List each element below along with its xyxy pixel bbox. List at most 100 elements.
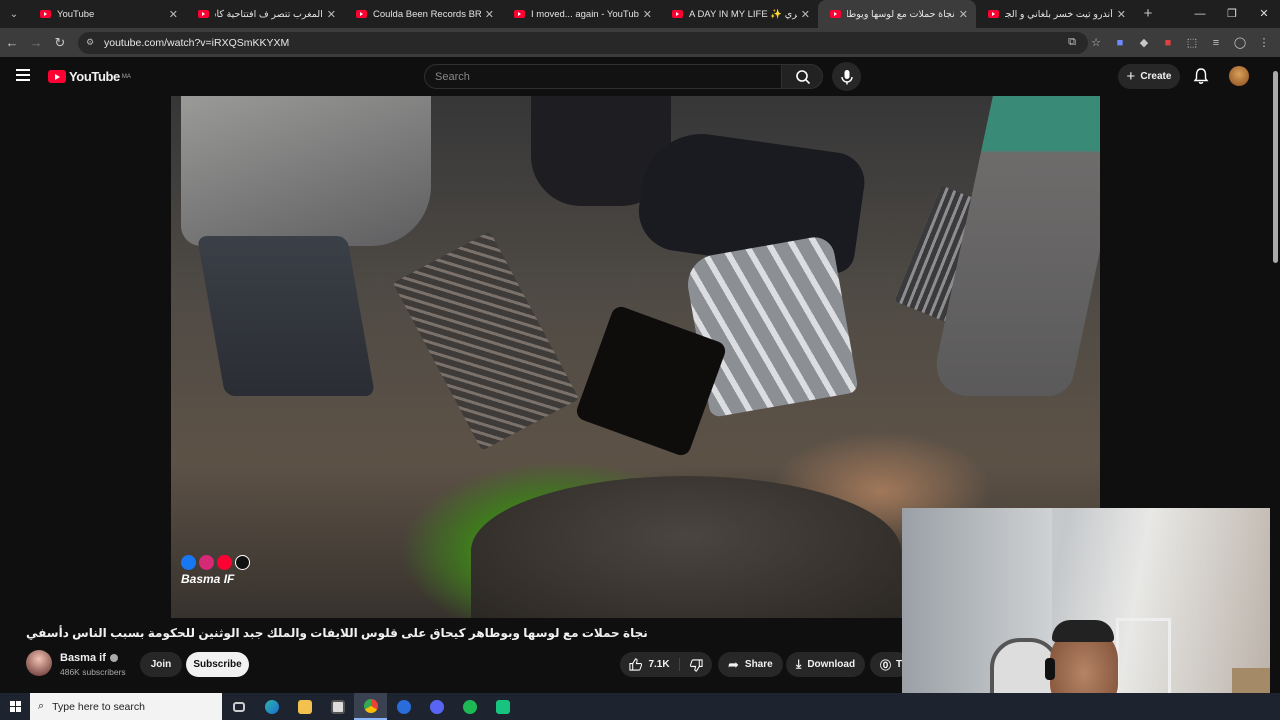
url-field[interactable]: ⚙ youtube.com/watch?v=iRXQSmKKYXM bbox=[78, 31, 1088, 54]
join-button[interactable]: Join bbox=[140, 652, 182, 677]
facebook-icon bbox=[181, 555, 196, 570]
dislike-button[interactable] bbox=[680, 655, 712, 675]
tab-3[interactable]: I moved... again - YouTube ✕ bbox=[502, 0, 660, 28]
tab-close-icon[interactable]: ✕ bbox=[959, 8, 968, 21]
tab-title: المغرب تتصر ف افتتاحية كأس الأ bbox=[215, 8, 323, 20]
tab-search-icon[interactable]: ⌄ bbox=[0, 0, 28, 28]
tab-close-icon[interactable]: ✕ bbox=[1117, 8, 1126, 21]
plus-icon: + bbox=[1126, 68, 1136, 85]
tab-6[interactable]: أندرو تيت خسر بلغاني و الجمهور ✕ bbox=[976, 0, 1134, 28]
bookmark-star-icon[interactable]: ☆ bbox=[1084, 36, 1108, 49]
profile-icon[interactable]: ◯ bbox=[1228, 36, 1252, 49]
close-window-icon[interactable]: ✕ bbox=[1248, 0, 1280, 28]
tab-4[interactable]: A DAY IN MY LIFE ✨ بحث شعري ✕ bbox=[660, 0, 818, 28]
share-button[interactable]: ➦ Share bbox=[718, 652, 783, 677]
notifications-bell-icon[interactable] bbox=[1192, 67, 1210, 85]
like-count: 7.1K bbox=[648, 659, 670, 670]
tab-close-icon[interactable]: ✕ bbox=[169, 8, 178, 21]
channel-name-text: Basma if bbox=[60, 652, 106, 664]
microphone-icon bbox=[841, 70, 853, 85]
tab-close-icon[interactable]: ✕ bbox=[327, 8, 336, 21]
download-button[interactable]: ⤓ Download bbox=[786, 652, 866, 677]
watermark-brand: Basma IF bbox=[181, 572, 235, 586]
tab-0[interactable]: YouTube ✕ bbox=[28, 0, 186, 28]
back-icon[interactable]: ← bbox=[0, 35, 24, 50]
youtube-favicon-icon bbox=[356, 10, 367, 18]
subscriber-count: 486K subscribers bbox=[60, 667, 126, 677]
file-explorer-icon[interactable] bbox=[288, 693, 321, 720]
media-control-icon[interactable]: ≡ bbox=[1204, 37, 1228, 49]
search-button[interactable] bbox=[781, 64, 823, 89]
restore-icon[interactable]: ❐ bbox=[1216, 0, 1248, 28]
youtube-favicon-icon bbox=[830, 10, 841, 18]
chrome-menu-icon[interactable]: ⋮ bbox=[1252, 36, 1276, 49]
thumbs-down-icon bbox=[689, 658, 703, 672]
new-tab-button[interactable]: + bbox=[1134, 0, 1162, 28]
translate-extension-icon[interactable]: ■ bbox=[1108, 37, 1132, 49]
youtube-favicon-icon bbox=[514, 10, 525, 18]
channel-name[interactable]: Basma if bbox=[60, 652, 118, 664]
task-view-icon[interactable] bbox=[222, 693, 255, 720]
youtube-favicon-icon bbox=[198, 10, 209, 18]
region-code: MA bbox=[121, 73, 131, 80]
account-avatar[interactable] bbox=[1229, 66, 1249, 86]
taskbar-search-placeholder: Type here to search bbox=[52, 700, 145, 713]
search-icon bbox=[796, 70, 811, 85]
youtube-logo-text: YouTube bbox=[69, 69, 120, 84]
social-icons bbox=[181, 555, 250, 570]
tab-1[interactable]: المغرب تتصر ف افتتاحية كأس الأ ✕ bbox=[186, 0, 344, 28]
youtube-favicon-icon bbox=[988, 10, 999, 18]
tab-close-icon[interactable]: ✕ bbox=[801, 8, 810, 21]
tab-close-icon[interactable]: ✕ bbox=[485, 8, 494, 21]
windows-taskbar: ⌕ Type here to search bbox=[0, 693, 1280, 720]
page-scrollbar[interactable] bbox=[1270, 57, 1280, 693]
taskbar-search-input[interactable]: ⌕ Type here to search bbox=[30, 693, 222, 720]
tiktok-icon bbox=[235, 555, 250, 570]
tab-close-icon[interactable]: ✕ bbox=[643, 8, 652, 21]
thanks-icon: ⓪ bbox=[880, 659, 891, 672]
webcam-overlay bbox=[902, 508, 1280, 720]
create-button[interactable]: + Create bbox=[1118, 64, 1180, 89]
tab-title: YouTube bbox=[57, 8, 95, 20]
reload-icon[interactable]: ↻ bbox=[48, 35, 72, 51]
spotify-icon[interactable] bbox=[453, 693, 486, 720]
minimize-icon[interactable]: — bbox=[1184, 0, 1216, 28]
search-input[interactable]: Search bbox=[424, 64, 782, 89]
verified-badge-icon bbox=[109, 654, 118, 663]
forward-icon[interactable]: → bbox=[24, 35, 48, 50]
tab-title: I moved... again - YouTube bbox=[531, 8, 639, 20]
tab-title: Coulda Been Records BROOKLYN bbox=[373, 8, 481, 20]
download-icon: ⤓ bbox=[796, 657, 802, 671]
site-info-icon[interactable]: ⚙ bbox=[86, 37, 98, 49]
webcam-scene-hair bbox=[1052, 620, 1114, 642]
microsoft-store-icon[interactable] bbox=[321, 693, 354, 720]
hamburger-menu-icon[interactable] bbox=[16, 69, 30, 84]
edge-browser-icon[interactable] bbox=[255, 693, 288, 720]
voice-search-button[interactable] bbox=[832, 62, 861, 91]
like-dislike-bar: 7.1K bbox=[620, 652, 712, 677]
discord-icon[interactable] bbox=[420, 693, 453, 720]
windows-start-icon[interactable] bbox=[0, 693, 30, 720]
toolbar-icons: ⧉ ☆ ■ ◆ ■ ⬚ ≡ ◯ ⋮ bbox=[1060, 28, 1276, 57]
like-button[interactable]: 7.1K bbox=[620, 658, 680, 671]
create-label: Create bbox=[1140, 71, 1172, 82]
scrollbar-thumb[interactable] bbox=[1273, 71, 1278, 263]
youtube-logo[interactable]: YouTube MA bbox=[48, 69, 131, 84]
extensions-puzzle-icon[interactable]: ⬚ bbox=[1180, 36, 1204, 49]
app-icon-green[interactable] bbox=[486, 693, 519, 720]
install-icon[interactable]: ⧉ bbox=[1060, 36, 1084, 49]
extension-icon[interactable]: ◆ bbox=[1132, 36, 1156, 49]
video-scene-person-left bbox=[181, 96, 431, 246]
red-extension-icon[interactable]: ■ bbox=[1156, 37, 1180, 49]
tab-5-active[interactable]: نجاة حملات مع لوسها ويوطا ✕ bbox=[818, 0, 976, 28]
app-icon-blue[interactable] bbox=[387, 693, 420, 720]
tab-2[interactable]: Coulda Been Records BROOKLYN ✕ bbox=[344, 0, 502, 28]
share-icon: ➦ bbox=[728, 656, 739, 672]
window-controls: — ❐ ✕ bbox=[1184, 0, 1280, 28]
youtube-header: YouTube MA Search + Create bbox=[0, 57, 1280, 95]
chrome-icon[interactable] bbox=[354, 693, 387, 720]
video-scene-muddy-ground bbox=[471, 476, 901, 618]
subscribe-button[interactable]: Subscribe bbox=[186, 652, 249, 677]
channel-avatar[interactable] bbox=[26, 650, 52, 676]
url-text: youtube.com/watch?v=iRXQSmKKYXM bbox=[104, 36, 290, 49]
